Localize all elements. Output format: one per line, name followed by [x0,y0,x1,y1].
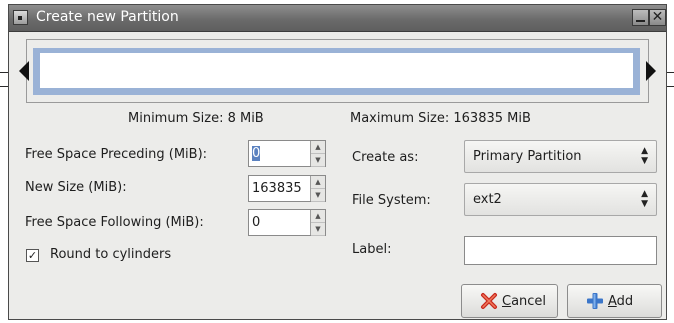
minimize-button[interactable] [632,9,649,26]
close-icon: ✕ [651,9,664,25]
spin-up-icon[interactable]: ▲ [311,210,325,223]
close-button[interactable]: ✕ [649,9,666,26]
spin-up-icon[interactable]: ▲ [311,176,325,189]
spin-down-icon[interactable]: ▼ [311,189,325,202]
free-space-following-label: Free Space Following (MiB): [25,215,204,230]
file-system-value: ext2 [473,192,502,207]
cancel-icon [481,293,497,309]
round-to-cylinders-checkbox[interactable]: ✓ [26,249,39,262]
add-mnemonic: A [608,294,617,309]
free-space-following-value[interactable]: 0 [252,215,260,230]
spin-down-icon[interactable]: ▼ [311,223,325,236]
free-space-preceding-spinner[interactable]: 0 ▲ ▼ [248,140,326,167]
cancel-label-rest: ancel [511,294,547,309]
file-system-select[interactable]: ext2 ▲ ▼ [464,183,657,216]
free-space-preceding-value[interactable]: 0 [252,146,261,161]
free-space-preceding-label: Free Space Preceding (MiB): [25,147,208,162]
cancel-button[interactable]: Cancel [461,284,558,318]
cancel-label: Cancel [502,294,546,309]
label-field-label: Label: [352,242,392,257]
add-label-rest: dd [616,294,634,309]
cancel-mnemonic: C [502,294,512,309]
add-icon [587,293,603,309]
title-bar[interactable]: Create new Partition ✕ [9,5,666,32]
new-size-spinner[interactable]: 163835 ▲ ▼ [248,175,326,202]
partition-visualizer [19,39,656,103]
spinner-buttons: ▲ ▼ [310,176,325,202]
label-input[interactable] [464,236,657,265]
spin-up-icon[interactable]: ▲ [311,141,325,154]
minimum-size-label: Minimum Size: 8 MiB [128,111,264,126]
combo-arrows-icon: ▲ ▼ [641,146,648,166]
new-size-label: New Size (MiB): [25,180,127,195]
add-button[interactable]: Add [567,284,662,318]
spin-down-icon[interactable]: ▼ [311,154,325,167]
spinner-buttons: ▲ ▼ [310,210,325,236]
round-to-cylinders-label[interactable]: Round to cylinders [50,247,171,262]
spinner-buttons: ▲ ▼ [310,141,325,167]
resize-right-handle-icon[interactable] [646,61,656,81]
free-space-following-spinner[interactable]: 0 ▲ ▼ [248,209,326,236]
partition-bar-inner [40,53,633,88]
create-as-label: Create as: [352,150,419,165]
add-label: Add [608,294,633,309]
maximum-size-label: Maximum Size: 163835 MiB [350,111,531,126]
file-system-label: File System: [352,193,431,208]
resize-left-handle-icon[interactable] [19,61,29,81]
window-title: Create new Partition [36,9,179,25]
create-as-select[interactable]: Primary Partition ▲ ▼ [464,140,657,173]
window-menu-icon[interactable] [13,10,28,25]
combo-arrows-icon: ▲ ▼ [641,189,648,209]
create-as-value: Primary Partition [473,149,582,164]
partition-bar[interactable] [33,48,640,95]
new-size-value[interactable]: 163835 [252,181,302,196]
create-partition-dialog: Create new Partition ✕ Minimum Size: 8 M… [8,4,667,320]
